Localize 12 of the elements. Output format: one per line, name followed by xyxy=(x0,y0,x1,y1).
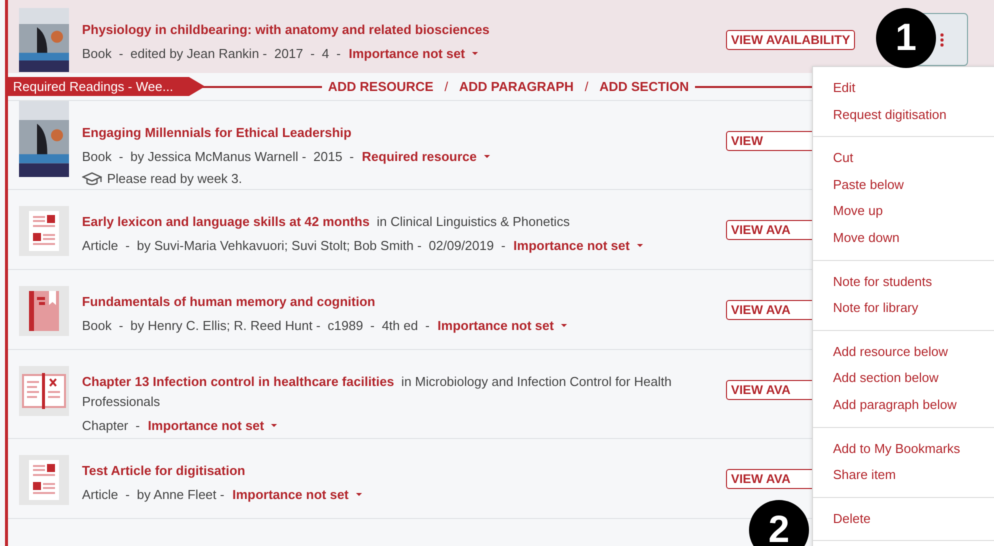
resource-details: Chapter - xyxy=(82,418,140,433)
resource-details: Book - by Jessica McManus Warnell - 2015 - xyxy=(82,149,354,164)
student-note: Please read by week 3. xyxy=(107,170,242,188)
citation-line: Early lexicon and language skills at 42 months in Clinical Linguistics & Phonetics xyxy=(82,213,571,231)
resource-details: Article - by Anne Fleet - xyxy=(82,487,224,502)
step-number-badge: 2 xyxy=(749,500,809,546)
resource-details: Article - by Suvi-Maria Vehkavuori; Suvi Stolt; Bob Smith - 02/09/2019 - xyxy=(82,238,506,253)
citation-line: Chapter 13 Infection control in healthcare facilities in Microbiology and Infection Control for Health Professionals xyxy=(82,373,673,411)
resource-details: Book - edited by Jean Rankin - 2017 - 4 - xyxy=(82,46,341,61)
resource-details: Book - by Henry C. Ellis; R. Reed Hunt - c1989 - 4th ed - xyxy=(82,318,430,333)
separator-text: / xyxy=(584,79,588,94)
separator-text: / xyxy=(444,79,448,94)
